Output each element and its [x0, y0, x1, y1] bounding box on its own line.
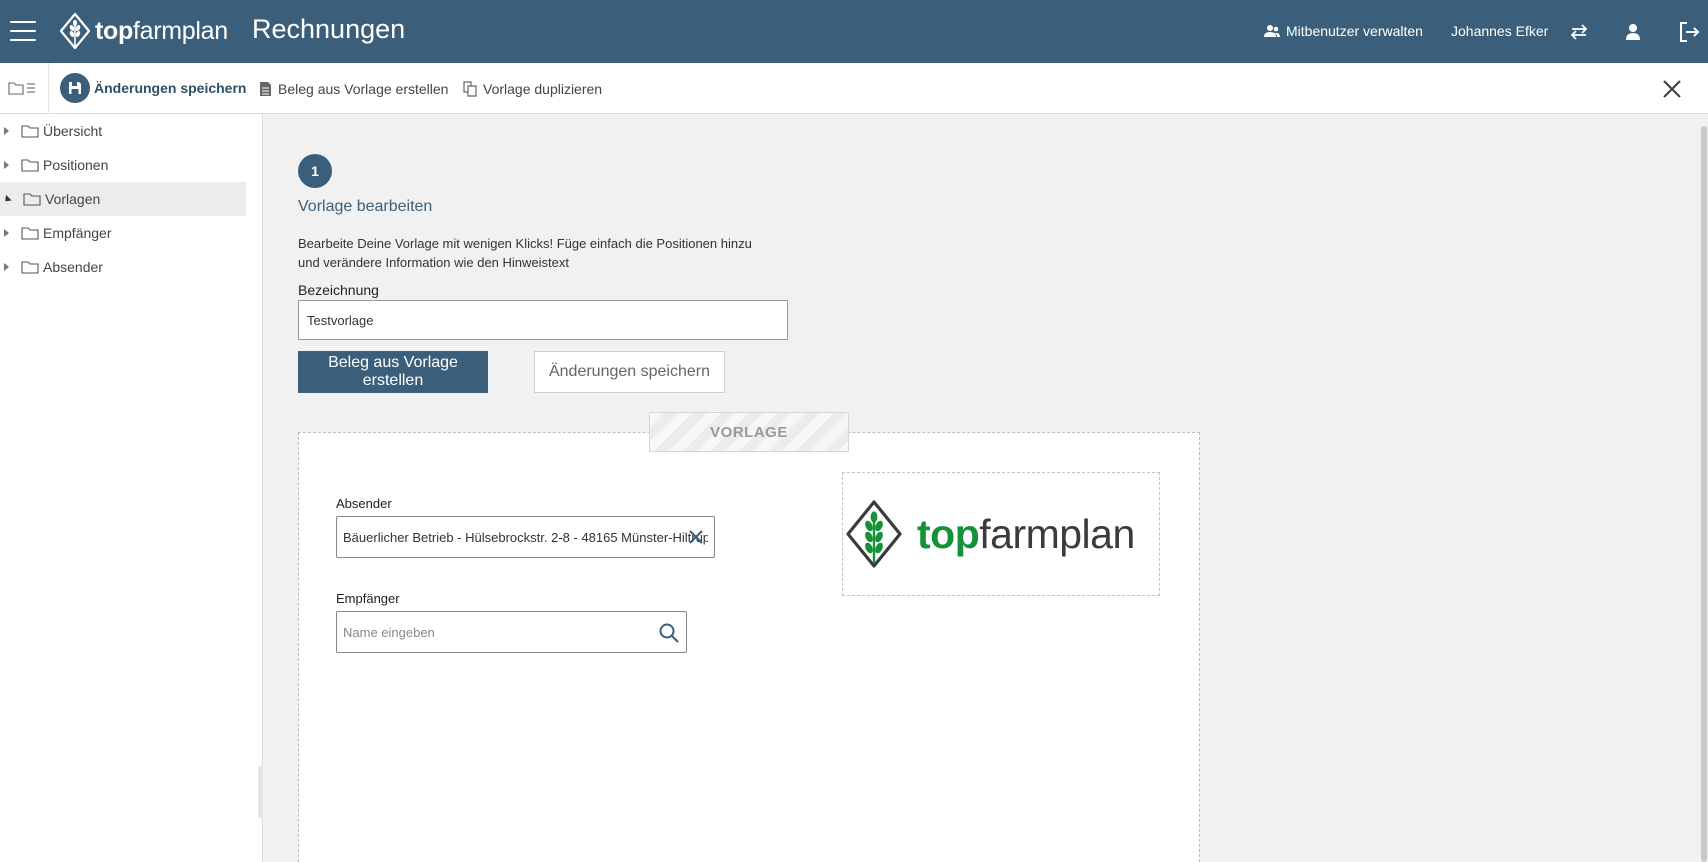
duplicate-template-button[interactable]: Vorlage duplizieren: [463, 81, 602, 97]
page-title: Rechnungen: [252, 14, 406, 44]
menu-icon[interactable]: [10, 21, 36, 41]
step-description: Bearbeite Deine Vorlage mit wenigen Klic…: [298, 234, 778, 272]
folder-icon: [21, 227, 39, 240]
sidebar-item-empfaenger[interactable]: Empfänger: [0, 216, 246, 250]
expand-arrow-icon[interactable]: [4, 161, 9, 169]
logo-text: topfarmplan: [917, 510, 1135, 557]
folder-tree-toggle-icon[interactable]: [8, 80, 36, 96]
app-header: topfarmplan Rechnungen Mitbenutzer verwa…: [0, 0, 1708, 63]
brand-logo[interactable]: topfarmplan: [58, 12, 228, 50]
step-title: Vorlage bearbeiten: [298, 198, 433, 215]
switch-icon[interactable]: [1566, 19, 1592, 45]
save-changes-secondary-button[interactable]: Änderungen speichern: [534, 351, 725, 393]
search-icon[interactable]: [658, 622, 680, 644]
create-from-template-primary-button[interactable]: Beleg aus Vorlage erstellen: [298, 351, 488, 393]
name-field-label: Bezeichnung: [298, 282, 379, 298]
document-icon: [260, 82, 271, 96]
scrollbar[interactable]: [1700, 114, 1708, 862]
users-icon: [1264, 25, 1280, 37]
folder-icon: [21, 159, 39, 172]
sidebar-item-label: Positionen: [43, 157, 109, 173]
sidebar-item-label: Empfänger: [43, 225, 112, 241]
user-name[interactable]: Johannes Efker: [1451, 23, 1548, 39]
manage-users-label: Mitbenutzer verwalten: [1286, 23, 1423, 39]
name-field[interactable]: [298, 300, 788, 340]
step-description-line: Bearbeite Deine Vorlage mit wenigen Klic…: [298, 236, 752, 251]
folder-icon: [23, 193, 41, 206]
collapse-arrow-icon[interactable]: [2, 194, 12, 204]
close-icon[interactable]: [1660, 77, 1684, 101]
sidebar-item-label: Übersicht: [43, 123, 103, 139]
save-icon: [60, 73, 90, 103]
save-changes-label: Änderungen speichern: [94, 80, 247, 96]
user-icon[interactable]: [1620, 19, 1646, 45]
step-number: 1: [298, 154, 332, 188]
duplicate-template-label: Vorlage duplizieren: [483, 81, 603, 97]
folder-icon: [21, 261, 39, 274]
save-changes-button[interactable]: Änderungen speichern: [60, 73, 246, 103]
step-description-line: und verändere Information wie den Hinwei…: [298, 255, 569, 270]
user-name-label: Johannes Efker: [1451, 23, 1549, 39]
sidebar-item-label: Absender: [43, 259, 103, 275]
recipient-search-input[interactable]: Name eingeben: [336, 611, 687, 653]
create-from-template-button[interactable]: Beleg aus Vorlage erstellen: [259, 81, 448, 97]
wheat-logo-icon: [59, 12, 91, 50]
sidebar-item-positionen[interactable]: Positionen: [0, 148, 246, 182]
toolbar: Änderungen speichern Beleg aus Vorlage e…: [0, 63, 1708, 114]
toolbar-divider: [48, 63, 49, 114]
logo-placeholder[interactable]: topfarmplan: [842, 472, 1160, 596]
sender-value: Bäuerlicher Betrieb - Hülsebrockstr. 2-8…: [343, 529, 708, 545]
scrollbar-thumb[interactable]: [1701, 126, 1707, 862]
logout-icon[interactable]: [1676, 19, 1702, 45]
main-content: 1 Vorlage bearbeiten Bearbeite Deine Vor…: [263, 114, 1708, 862]
sidebar-item-absender[interactable]: Absender: [0, 250, 246, 284]
clear-icon[interactable]: [686, 527, 706, 547]
manage-users-link[interactable]: Mitbenutzer verwalten: [1264, 23, 1423, 39]
template-tab: VORLAGE: [649, 412, 849, 452]
folder-icon: [21, 125, 39, 138]
expand-arrow-icon[interactable]: [4, 127, 9, 135]
recipient-label: Empfänger: [336, 591, 400, 606]
sender-label: Absender: [336, 496, 392, 511]
brand-name: topfarmplan: [95, 16, 228, 45]
expand-arrow-icon[interactable]: [4, 263, 9, 271]
create-from-template-label: Beleg aus Vorlage erstellen: [278, 81, 449, 97]
sidebar: Übersicht Positionen Vorlagen Empfänger …: [0, 114, 263, 862]
sidebar-item-label: Vorlagen: [45, 191, 101, 207]
topfarmplan-logo-icon: [846, 500, 902, 568]
expand-arrow-icon[interactable]: [4, 229, 9, 237]
recipient-placeholder: Name eingeben: [343, 624, 435, 640]
document-preview: Absender Bäuerlicher Betrieb - Hülsebroc…: [298, 432, 1200, 862]
sidebar-item-vorlagen[interactable]: Vorlagen: [0, 182, 246, 216]
sidebar-item-uebersicht[interactable]: Übersicht: [0, 114, 246, 148]
copy-icon: [463, 81, 477, 97]
sender-select[interactable]: Bäuerlicher Betrieb - Hülsebrockstr. 2-8…: [336, 516, 715, 558]
